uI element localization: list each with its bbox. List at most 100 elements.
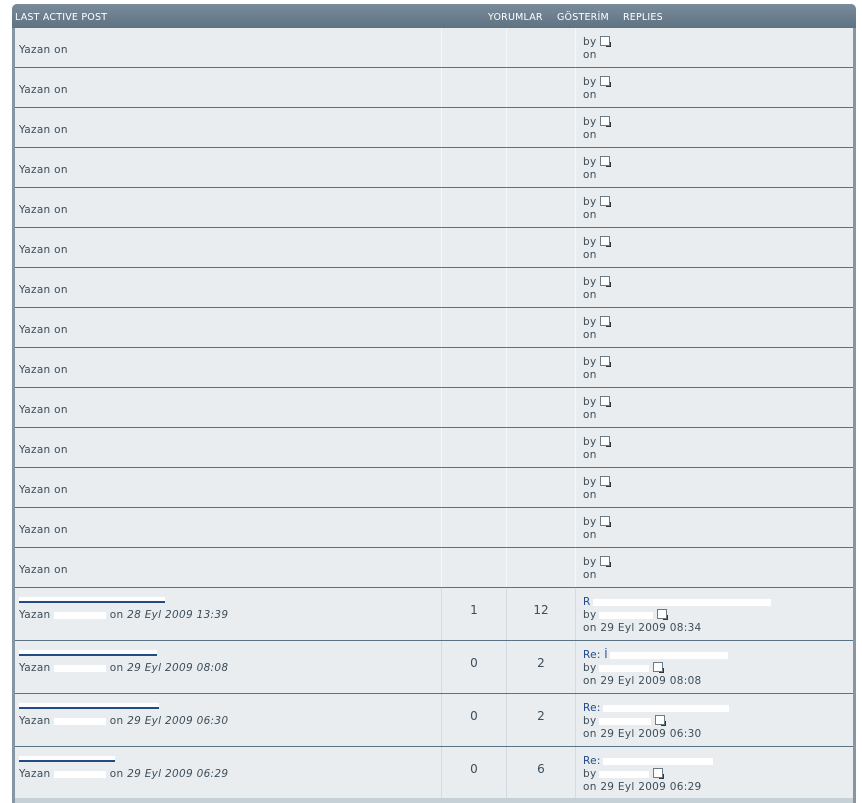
last-post-cell: by on (576, 188, 853, 227)
last-post-icon[interactable] (600, 156, 612, 167)
last-post-icon[interactable] (600, 76, 612, 87)
last-post-icon[interactable] (600, 196, 612, 207)
table-row: Yazan on by on (15, 468, 853, 508)
last-post-icon[interactable] (600, 436, 612, 447)
last-post-title-link[interactable]: Re: (583, 755, 713, 767)
last-post-icon[interactable] (657, 609, 669, 620)
replies-cell: 0 (442, 641, 507, 693)
views-cell: 12 (507, 588, 576, 640)
views-cell: 2 (507, 641, 576, 693)
table-row: Yazan on 29 Eyl 2009 06:29 0 6 Re: by on 29 E… (15, 747, 853, 800)
author-prefix: Yazan (19, 662, 51, 674)
views-cell (507, 508, 576, 547)
last-post-icon[interactable] (600, 356, 612, 367)
views-count: 2 (537, 656, 545, 670)
author-line: Yazan on (19, 44, 68, 56)
last-post-by: by (583, 276, 612, 288)
last-post-cell: by on (576, 28, 853, 67)
table-row: Yazan on by on (15, 148, 853, 188)
last-post-title[interactable]: Re: (583, 702, 601, 714)
by-label: by (583, 316, 597, 328)
last-post-icon[interactable] (600, 516, 612, 527)
topic-cell: Yazan on 29 Eyl 2009 06:30 (15, 694, 442, 746)
author-prefix: Yazan (19, 484, 51, 496)
last-post-cell: Re: by on 29 Eyl 2009 06:30 (576, 694, 853, 746)
redacted-author[interactable] (54, 717, 107, 725)
last-post-by: by (583, 768, 665, 780)
last-post-icon[interactable] (600, 396, 612, 407)
last-post-date: on (583, 89, 597, 101)
table-row: Yazan on by on (15, 108, 853, 148)
last-post-icon[interactable] (655, 715, 667, 726)
redacted-last-author[interactable] (599, 770, 650, 778)
table-row: Yazan on 29 Eyl 2009 06:30 0 2 Re: by on 29 E… (15, 694, 853, 747)
last-post-title-link[interactable]: R (583, 596, 771, 608)
table-row: Yazan on by on (15, 268, 853, 308)
last-post-icon[interactable] (653, 768, 665, 779)
redacted-last-author[interactable] (599, 611, 654, 619)
replies-cell (442, 68, 507, 107)
topic-title-link[interactable] (19, 752, 115, 765)
topic-title-link[interactable] (19, 699, 159, 712)
last-post-by: by (583, 36, 612, 48)
last-post-date: on (583, 409, 597, 421)
views-cell (507, 308, 576, 347)
last-post-date: on (583, 129, 597, 141)
topic-cell: Yazan on (15, 428, 442, 467)
header-gosterim[interactable]: GÖSTERİM (557, 12, 609, 23)
header-yorumlar[interactable]: YORUMLAR (488, 12, 543, 23)
replies-cell (442, 428, 507, 467)
last-post-date: on (583, 369, 597, 381)
last-post-date: on (583, 249, 597, 261)
by-label: by (583, 156, 597, 168)
last-post-title[interactable]: Re: (583, 755, 601, 767)
last-post-by: by (583, 76, 612, 88)
redacted-author[interactable] (54, 664, 107, 672)
author-prefix: Yazan (19, 715, 51, 727)
last-post-icon[interactable] (600, 316, 612, 327)
by-label: by (583, 116, 597, 128)
author-prefix: Yazan (19, 244, 51, 256)
redacted-last-author[interactable] (599, 664, 650, 672)
redacted-author[interactable] (54, 770, 107, 778)
replies-cell (442, 268, 507, 307)
topic-cell: Yazan on (15, 28, 442, 67)
views-count: 12 (533, 603, 549, 617)
by-label: by (583, 236, 597, 248)
author-line: Yazan on (19, 124, 68, 136)
last-post-date: on 29 Eyl 2009 08:34 (583, 622, 702, 634)
last-post-title-link[interactable]: Re: İ (583, 649, 728, 661)
last-post-icon[interactable] (600, 276, 612, 287)
header-last-active-post[interactable]: LAST ACTIVE POST (15, 12, 107, 23)
date-prefix: on (54, 164, 68, 176)
author-prefix: Yazan (19, 164, 51, 176)
last-post-title[interactable]: R (583, 596, 591, 608)
topic-title-link[interactable] (19, 593, 165, 606)
topic-title-link[interactable] (19, 646, 157, 659)
last-post-icon[interactable] (653, 662, 665, 673)
replies-count: 0 (470, 762, 478, 776)
last-post-by: by (583, 516, 612, 528)
date-prefix: on (54, 124, 68, 136)
last-post-cell: Rby on 29 Eyl 2009 08:34 (576, 588, 853, 640)
last-post-by: by (583, 436, 612, 448)
replies-cell (442, 388, 507, 427)
last-post-by: by (583, 609, 669, 621)
post-date: 28 Eyl 2009 13:39 (127, 609, 229, 621)
redacted-title (19, 650, 157, 656)
redacted-last-author[interactable] (599, 717, 652, 725)
last-post-date: on (583, 209, 597, 221)
header-replies[interactable]: REPLIES (623, 12, 663, 23)
author-prefix: Yazan (19, 44, 51, 56)
author-prefix: Yazan (19, 84, 51, 96)
last-post-title-link[interactable]: Re: (583, 702, 729, 714)
last-post-by: by (583, 715, 667, 727)
last-post-icon[interactable] (600, 236, 612, 247)
last-post-icon[interactable] (600, 36, 612, 47)
last-post-title[interactable]: Re: İ (583, 649, 608, 661)
last-post-icon[interactable] (600, 476, 612, 487)
last-post-icon[interactable] (600, 116, 612, 127)
redacted-author[interactable] (54, 611, 107, 619)
table-row: Yazan on by on (15, 188, 853, 228)
last-post-icon[interactable] (600, 556, 612, 567)
